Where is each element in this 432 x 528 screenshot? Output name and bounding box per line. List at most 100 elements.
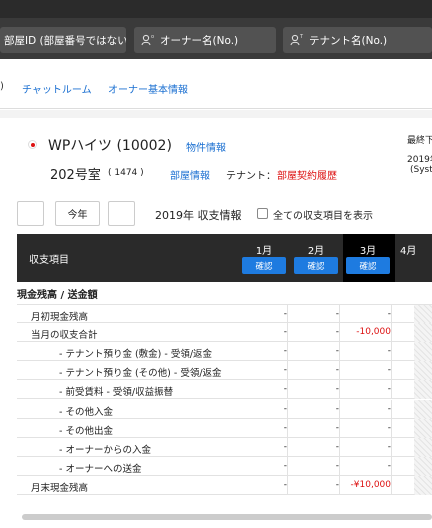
property-status-dot-icon (28, 140, 37, 149)
column-divider (391, 437, 392, 457)
column-divider (339, 323, 340, 343)
row-value: - (283, 403, 287, 414)
table-row: - その他入金 - - - (17, 399, 432, 419)
row-value: - (335, 384, 339, 395)
top-search-bar: 部屋ID (部屋番号ではない o オーナー名(No.) T テナント名(No.) (0, 0, 432, 59)
row-value: - (387, 384, 391, 395)
table-row: - オーナーからの入金 - - - (17, 437, 432, 457)
tab-chat-room[interactable]: チャットルーム (22, 81, 92, 96)
tenant-placeholder: テナント名(No.) (309, 34, 388, 47)
owner-placeholder: オーナー名(No.) (160, 34, 239, 47)
column-divider (287, 418, 288, 438)
svg-text:o: o (151, 34, 154, 40)
column-divider (339, 475, 340, 495)
month-header-mar: 3月 (359, 246, 377, 257)
property-info-link[interactable]: 物件情報 (186, 139, 226, 154)
column-divider (287, 361, 288, 381)
column-divider (339, 305, 340, 324)
month-header-apr: 4月 (400, 246, 417, 257)
row-value: - (283, 422, 287, 433)
this-year-button[interactable]: 今年 (55, 201, 100, 226)
tenant-search-field[interactable]: T テナント名(No.) (283, 27, 432, 53)
show-all-items-label: 全ての収支項目を表示 (273, 211, 373, 222)
row-label: - テナント預り金 (その他) - 受領/返金 (59, 368, 222, 380)
month-header-feb: 2月 (307, 246, 325, 257)
top-strip (0, 0, 432, 18)
row-label: 当月の収支合計 (31, 330, 98, 342)
row-value: -¥10,000 (350, 479, 391, 490)
column-divider (391, 305, 392, 324)
row-value: - (335, 422, 339, 433)
confirm-button-feb[interactable]: 確認 (294, 257, 338, 274)
column-divider (287, 380, 288, 400)
tab-owner-basic-info[interactable]: オーナー基本情報 (108, 81, 188, 96)
row-value: - (387, 309, 391, 319)
row-value: - (335, 479, 339, 490)
room-id-search-field[interactable]: 部屋ID (部屋番号ではない (0, 27, 126, 53)
row-label: - その他入金 (59, 406, 113, 418)
column-divider (287, 456, 288, 476)
item-column-header: 収支項目 (29, 255, 69, 266)
row-value: - (283, 309, 287, 319)
year-summary-title: 2019年 収支情報 (155, 209, 242, 222)
row-label: 月末現金残高 (31, 482, 89, 494)
last-updated-label: 最終下 (407, 136, 432, 146)
tenant-person-icon: T (290, 33, 304, 47)
last-updated-by: (Syst (410, 165, 432, 175)
april-hatched-cell (414, 437, 432, 457)
row-value: - (387, 422, 391, 433)
previous-year-button[interactable] (17, 201, 44, 226)
row-value: - (283, 327, 287, 338)
next-year-button[interactable] (108, 201, 135, 226)
table-header: 収支項目 1月 確認 2月 確認 3月 確認 4月 (17, 234, 432, 282)
column-divider (339, 437, 340, 457)
april-hatched-cell (414, 361, 432, 381)
row-value: - (335, 365, 339, 376)
tab-truncated[interactable]: ) (0, 81, 4, 92)
row-value: - (335, 403, 339, 414)
column-divider (339, 342, 340, 362)
column-divider (339, 456, 340, 476)
show-all-items-checkbox[interactable] (257, 208, 268, 219)
section-title-cash-balance: 現金残高 / 送金額 (17, 290, 98, 301)
column-divider (391, 456, 392, 476)
april-hatched-cell (414, 305, 432, 324)
table-row: 月初現金残高 - - - (17, 304, 432, 324)
room-info-link[interactable]: 部屋情報 (170, 167, 210, 182)
column-divider (391, 361, 392, 381)
property-title: WPハイツ (10002) (48, 138, 172, 154)
row-label: - テナント預り金 (敷金) - 受領/返金 (59, 349, 213, 361)
column-divider (391, 323, 392, 343)
column-divider (391, 399, 392, 419)
confirm-button-mar[interactable]: 確認 (346, 257, 390, 274)
row-value: - (387, 346, 391, 357)
row-value: - (387, 441, 391, 452)
confirm-button-jan[interactable]: 確認 (242, 257, 286, 274)
month-header-jan: 1月 (255, 246, 273, 257)
owner-search-field[interactable]: o オーナー名(No.) (134, 27, 276, 53)
column-divider (391, 342, 392, 362)
room-title: 202号室 (50, 168, 101, 183)
row-value: - (335, 346, 339, 357)
tab-bar: ) チャットルーム オーナー基本情報 (0, 59, 432, 109)
contract-history-link[interactable]: 部屋契約履歴 (277, 167, 337, 182)
row-label: - オーナーからの入金 (59, 444, 151, 456)
column-divider (391, 418, 392, 438)
table-row: 当月の収支合計 - - -10,000 (17, 323, 432, 343)
column-divider (391, 475, 392, 495)
row-value: - (335, 309, 339, 319)
column-divider (287, 399, 288, 419)
row-label: 月初現金残高 (31, 312, 89, 323)
table-row: - 前受賃料 - 受領/収益振替 - - - (17, 380, 432, 400)
row-label: - オーナーへの送金 (59, 463, 142, 475)
owner-person-icon: o (141, 33, 155, 47)
main-content: WPハイツ (10002) 物件情報 202号室 ( 1474 ) 部屋情報 テ… (0, 118, 432, 528)
row-label: - その他出金 (59, 425, 113, 437)
table-row: - その他出金 - - - (17, 418, 432, 438)
tenant-label: テナント： (226, 171, 276, 182)
april-hatched-cell (414, 380, 432, 400)
column-divider (287, 323, 288, 343)
horizontal-scrollbar[interactable] (22, 514, 432, 520)
april-hatched-cell (414, 342, 432, 362)
column-divider (339, 361, 340, 381)
